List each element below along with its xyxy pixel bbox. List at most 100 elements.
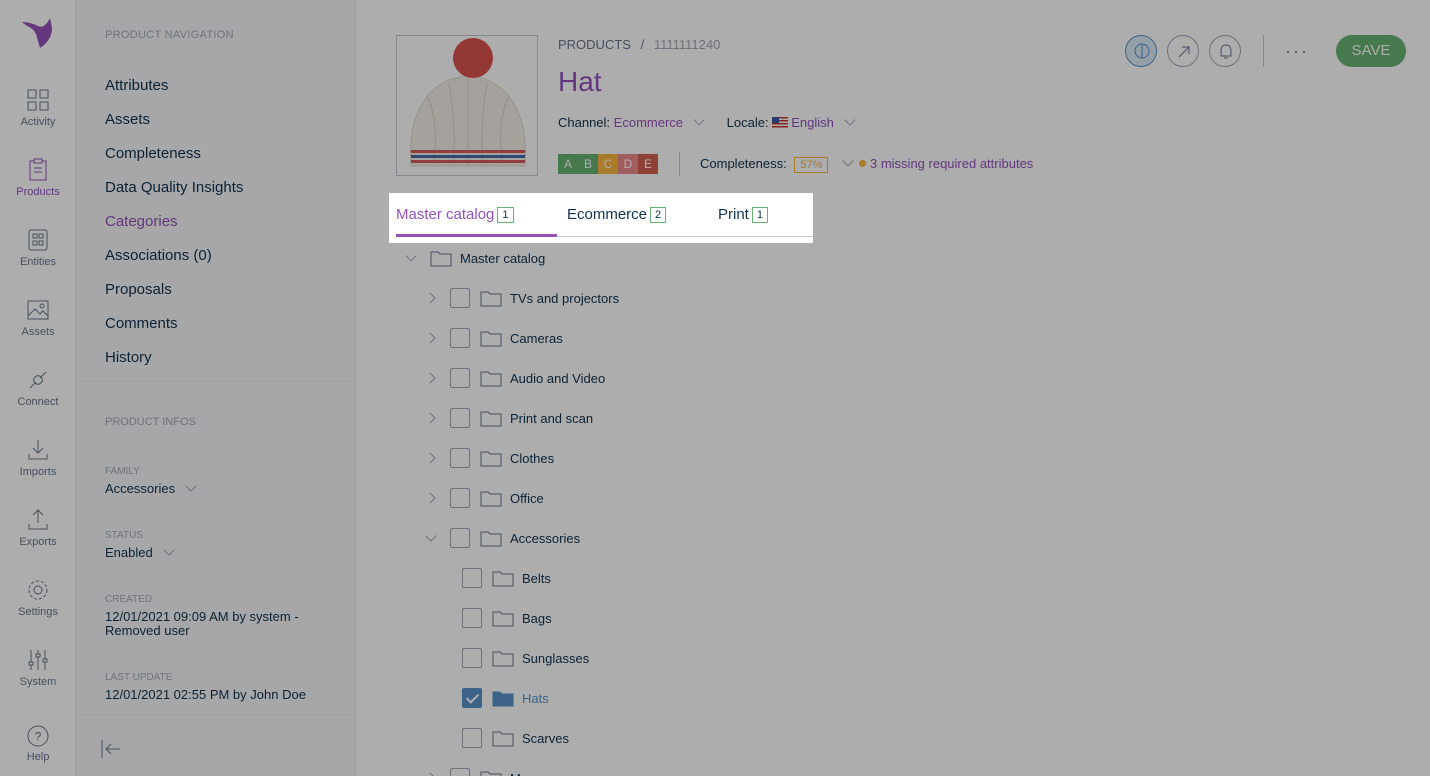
product-navigation-panel: PRODUCT NAVIGATION Attributes Assets Com… bbox=[76, 0, 356, 776]
menu-item-products[interactable]: Products bbox=[0, 158, 76, 218]
folder-icon bbox=[480, 371, 502, 387]
menu-label: System bbox=[19, 676, 57, 688]
category-checkbox[interactable] bbox=[450, 488, 470, 508]
main-content: PRODUCTS / 1111111240 Hat Channel: Ecomm… bbox=[356, 0, 1430, 776]
menu-item-entities[interactable]: Entities bbox=[0, 228, 76, 288]
nav-item-assets[interactable]: Assets bbox=[105, 111, 150, 128]
nav-item-completeness[interactable]: Completeness bbox=[105, 145, 201, 162]
tree-node-label[interactable]: Men bbox=[510, 771, 535, 776]
tree-node: Men bbox=[422, 766, 535, 776]
tab-ecommerce[interactable]: Ecommerce 2 bbox=[567, 206, 667, 223]
category-checkbox[interactable] bbox=[462, 688, 482, 708]
locale-switcher[interactable]: English bbox=[772, 114, 856, 130]
menu-item-exports[interactable]: Exports bbox=[0, 508, 76, 568]
tree-node: Audio and Video bbox=[422, 366, 605, 390]
save-button[interactable]: SAVE bbox=[1336, 35, 1406, 67]
grade-e: E bbox=[638, 154, 658, 174]
tree-node-label[interactable]: Scarves bbox=[522, 731, 569, 746]
menu-item-imports[interactable]: Imports bbox=[0, 438, 76, 498]
nav-item-associations[interactable]: Associations (0) bbox=[105, 247, 212, 264]
tree-node-label[interactable]: Hats bbox=[522, 691, 549, 706]
quality-grades[interactable]: A B C D E bbox=[558, 154, 658, 174]
tree-node-label[interactable]: Belts bbox=[522, 571, 551, 586]
grade-a: A bbox=[558, 154, 578, 174]
tree-node-label[interactable]: Audio and Video bbox=[510, 371, 605, 386]
rocket-button[interactable] bbox=[1167, 35, 1199, 67]
nav-item-comments[interactable]: Comments bbox=[105, 315, 178, 332]
menu-item-assets[interactable]: Assets bbox=[0, 298, 76, 358]
chevron-right-icon[interactable] bbox=[422, 289, 440, 307]
nav-item-data-quality-insights[interactable]: Data Quality Insights bbox=[105, 179, 243, 196]
folder-icon bbox=[492, 651, 514, 667]
category-checkbox[interactable] bbox=[462, 648, 482, 668]
category-checkbox[interactable] bbox=[450, 768, 470, 776]
menu-label: Assets bbox=[21, 326, 55, 338]
tree-node-label[interactable]: Master catalog bbox=[460, 251, 545, 266]
completeness-dropdown[interactable]: Completeness: 57% bbox=[700, 155, 854, 173]
category-checkbox[interactable] bbox=[450, 288, 470, 308]
nav-item-categories[interactable]: Categories bbox=[105, 213, 178, 230]
dqi-button[interactable] bbox=[1125, 35, 1157, 67]
category-checkbox[interactable] bbox=[462, 568, 482, 588]
tree-node-label[interactable]: TVs and projectors bbox=[510, 291, 619, 306]
menu-item-activity[interactable]: Activity bbox=[0, 88, 76, 148]
nav-item-history[interactable]: History bbox=[105, 349, 152, 366]
tab-master-catalog[interactable]: Master catalog 1 bbox=[396, 206, 514, 223]
menu-item-help[interactable]: ? Help bbox=[0, 724, 76, 763]
akeneo-logo[interactable] bbox=[18, 14, 58, 54]
locale-label: Locale: bbox=[726, 115, 769, 130]
menu-item-settings[interactable]: Settings bbox=[0, 578, 76, 638]
entities-icon bbox=[28, 229, 48, 251]
channel-switcher[interactable]: Ecommerce bbox=[614, 114, 705, 130]
svg-text:?: ? bbox=[35, 730, 42, 744]
tree-node-label[interactable]: Accessories bbox=[510, 531, 580, 546]
menu-item-connect[interactable]: Connect bbox=[0, 368, 76, 428]
family-value: Accessories bbox=[105, 481, 176, 496]
more-actions-button[interactable]: ··· bbox=[1285, 41, 1309, 62]
chevron-right-icon[interactable] bbox=[422, 329, 440, 347]
notifications-button[interactable] bbox=[1209, 35, 1241, 67]
category-checkbox[interactable] bbox=[450, 448, 470, 468]
family-select[interactable]: Accessories bbox=[105, 480, 335, 496]
category-checkbox[interactable] bbox=[450, 368, 470, 388]
chevron-right-icon[interactable] bbox=[422, 449, 440, 467]
missing-attributes-text: 3 missing required attributes bbox=[870, 156, 1034, 171]
tab-print[interactable]: Print 1 bbox=[718, 206, 768, 223]
chevron-right-icon[interactable] bbox=[422, 769, 440, 776]
tree-node: Master catalog bbox=[402, 246, 545, 270]
category-checkbox[interactable] bbox=[462, 608, 482, 628]
category-checkbox[interactable] bbox=[462, 728, 482, 748]
tree-node-label[interactable]: Print and scan bbox=[510, 411, 593, 426]
tree-node: TVs and projectors bbox=[422, 286, 619, 310]
tree-node-label[interactable]: Clothes bbox=[510, 451, 554, 466]
help-icon: ? bbox=[27, 725, 49, 747]
chevron-down-icon[interactable] bbox=[422, 529, 440, 547]
tree-node-label[interactable]: Sunglasses bbox=[522, 651, 589, 666]
divider bbox=[76, 381, 356, 382]
tab-label: Master catalog bbox=[396, 206, 495, 223]
collapse-panel-icon[interactable] bbox=[100, 738, 122, 760]
tab-label: Ecommerce bbox=[567, 206, 648, 223]
tabs-divider bbox=[557, 236, 813, 237]
category-checkbox[interactable] bbox=[450, 528, 470, 548]
product-image[interactable] bbox=[396, 35, 538, 176]
chevron-right-icon[interactable] bbox=[422, 489, 440, 507]
breadcrumb-products[interactable]: PRODUCTS bbox=[558, 37, 631, 52]
last-update-value: 12/01/2021 02:55 PM by John Doe bbox=[105, 687, 306, 702]
chevron-down-icon[interactable] bbox=[402, 249, 420, 267]
status-select[interactable]: Enabled bbox=[105, 544, 335, 560]
chevron-right-icon[interactable] bbox=[422, 369, 440, 387]
menu-item-system[interactable]: System bbox=[0, 648, 76, 708]
nav-item-proposals[interactable]: Proposals bbox=[105, 281, 172, 298]
tab-label: Print bbox=[718, 206, 749, 223]
nav-item-attributes[interactable]: Attributes bbox=[105, 77, 168, 94]
created-value: 12/01/2021 09:09 AM by system - Removed … bbox=[105, 609, 299, 638]
missing-attributes-link[interactable]: 3 missing required attributes bbox=[859, 156, 1033, 171]
category-checkbox[interactable] bbox=[450, 328, 470, 348]
category-checkbox[interactable] bbox=[450, 408, 470, 428]
tree-node-label[interactable]: Cameras bbox=[510, 331, 563, 346]
tree-node-label[interactable]: Office bbox=[510, 491, 544, 506]
product-infos-title: PRODUCT INFOS bbox=[105, 416, 196, 428]
chevron-right-icon[interactable] bbox=[422, 409, 440, 427]
tree-node-label[interactable]: Bags bbox=[522, 611, 552, 626]
